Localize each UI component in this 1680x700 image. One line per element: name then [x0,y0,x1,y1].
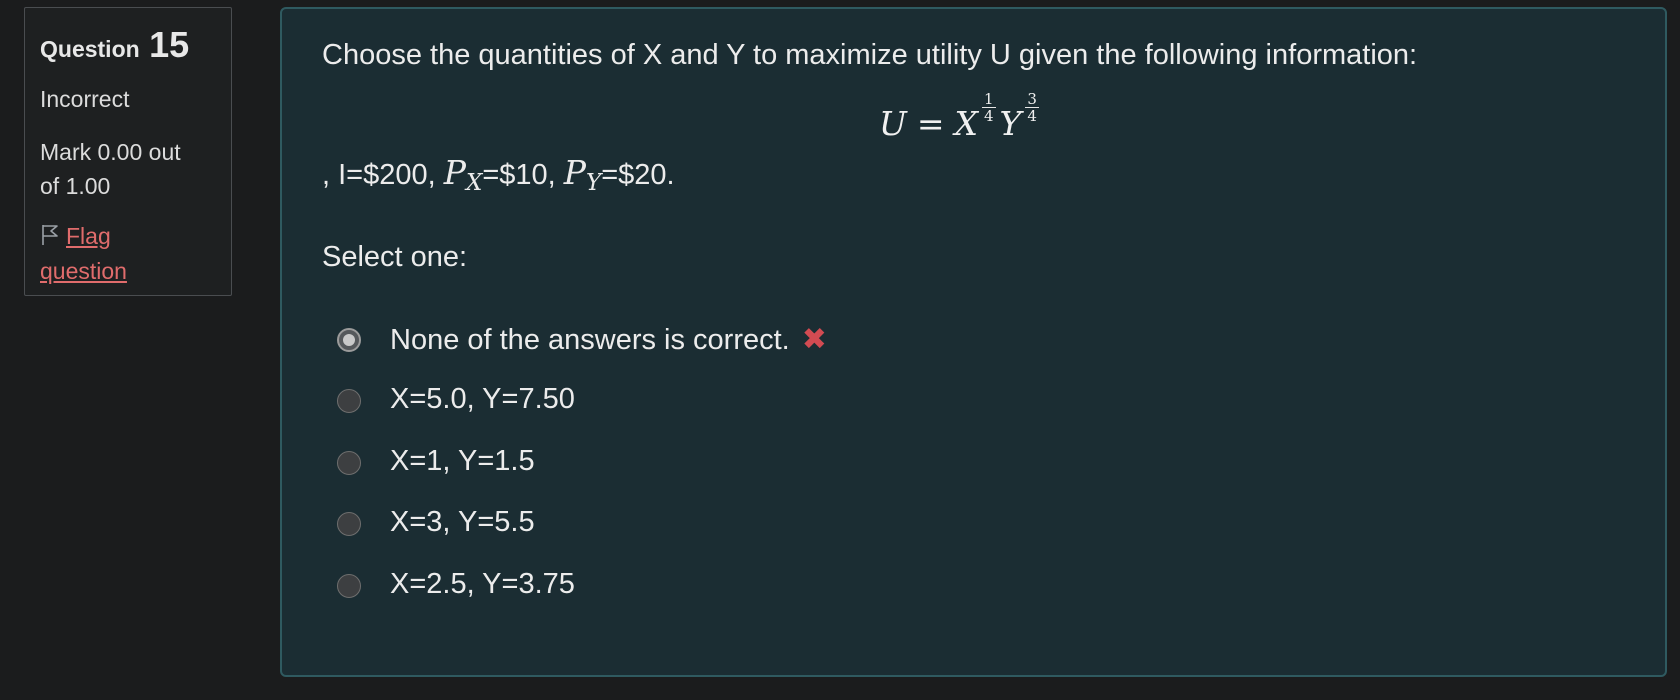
exponent-y-denominator: 4 [1027,107,1037,125]
select-one-prompt: Select one: [322,241,468,273]
grade-line-1: Mark 0.00 out [40,139,181,165]
price-y-sub: Y [586,170,602,196]
exponent-x-numerator: 1 [981,90,996,108]
flag-question[interactable]: Flag question [40,219,216,288]
given-values: , I=$200, PX=$10, PY=$20. [322,153,675,196]
answer-radio[interactable] [337,451,361,475]
price-y-var: P [563,153,586,192]
answer-radio[interactable] [337,512,361,536]
exponent-y: 34 [1025,91,1039,124]
incorrect-cross-icon: ✖ [801,323,827,356]
question-label: Question [40,36,140,62]
question-state: Incorrect [40,86,130,112]
answer-label[interactable]: X=2.5, Y=3.75 [390,568,575,601]
answer-label[interactable]: X=1, Y=1.5 [390,445,535,478]
income-text: , I=$200, [322,159,444,191]
price-x-value: =$10, [482,159,564,191]
price-x-var: P [443,153,466,192]
exponent-y-numerator: 3 [1025,90,1039,108]
flag-outline-icon[interactable] [40,220,66,254]
question-number-heading: Question 15 [40,24,216,66]
utility-formula: U = X 1 4 Y 3 4 [879,91,1043,143]
question-grade: Mark 0.00 out of 1.00 [40,135,216,203]
answer-label[interactable]: X=5.0, Y=7.50 [390,383,575,416]
answer-radio[interactable] [337,389,361,413]
formula-base-x: X [954,104,978,143]
flag-question-link[interactable]: Flag [66,223,111,249]
formula-base-y: Y [999,104,1022,143]
answer-radio[interactable] [337,574,361,598]
exponent-x-denominator: 4 [983,107,994,125]
price-x-sub: X [465,170,483,196]
question-content: Choose the quantities of X and Y to maxi… [280,7,1667,677]
question-number: 15 [149,24,190,65]
formula-lhs: U [879,104,907,143]
grade-line-2: of 1.00 [40,173,111,199]
answer-label[interactable]: X=3, Y=5.5 [390,506,535,539]
exponent-x: 14 [981,90,996,125]
question-text: Choose the quantities of X and Y to maxi… [322,39,1418,71]
formula-equals: = [916,104,945,143]
answer-radio[interactable] [337,328,361,352]
answer-label[interactable]: None of the answers is correct. ✖ [390,322,827,357]
flag-question-link-line2[interactable]: question [40,258,127,284]
question-info-panel: Question 15 Incorrect Mark 0.00 out of 1… [24,7,232,296]
price-y-value: =$20. [601,159,675,191]
